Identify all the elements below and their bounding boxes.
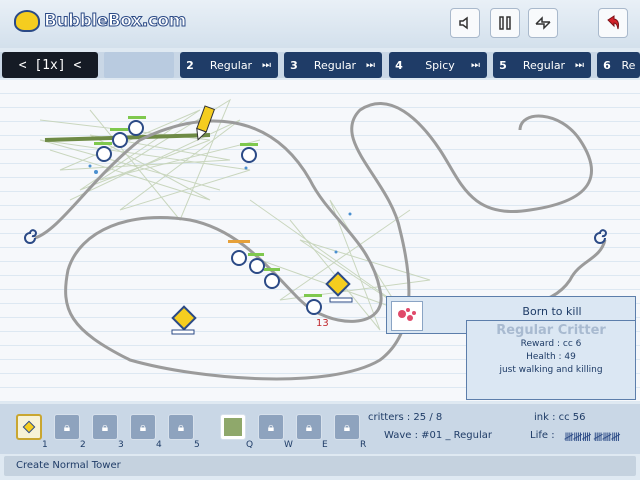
ink-amount: ink : cc 56: [534, 412, 586, 423]
wave-item[interactable]: 3 Regular ⏭: [284, 52, 382, 78]
bubblebox-logo[interactable]: BubbleBox.com: [14, 10, 187, 32]
critter-details: Regular Critter Reward : cc 6 Health : 4…: [466, 320, 636, 400]
lock-icon: 🔒︎: [343, 419, 351, 434]
top-bar: BubbleBox.com: [0, 0, 640, 48]
logo-text: BubbleBox.com: [44, 11, 187, 32]
wave-number: 3: [290, 58, 298, 72]
wave-item[interactable]: 2 Regular ⏭: [180, 52, 278, 78]
wave-item[interactable]: 5 Regular ⏭: [493, 52, 591, 78]
wave-name: Regular: [209, 58, 253, 72]
critter-info-panel: Born to kill Regular Critter Reward : cc…: [386, 296, 636, 400]
tower-key: 1: [42, 440, 48, 450]
wave-name: Re: [621, 58, 636, 72]
tower-key: 5: [194, 440, 200, 450]
ability-slot-e[interactable]: 🔒︎: [296, 414, 322, 440]
wave-item[interactable]: 4 Spicy ⏭: [389, 52, 487, 78]
wave-item[interactable]: 6 Re: [597, 52, 640, 78]
status-bar: Create Normal Tower: [4, 456, 636, 476]
ability-key: E: [322, 440, 328, 450]
fast-forward-icon: ⏭: [262, 59, 271, 71]
speaker-icon: [459, 16, 468, 30]
critters: [94, 116, 322, 315]
normal-tower-icon: [22, 420, 36, 434]
lock-icon: 🔒︎: [177, 419, 185, 434]
critter-thumbnail: [391, 301, 423, 331]
ability-slot-q[interactable]: [220, 414, 246, 440]
wave-number: 6: [603, 58, 611, 72]
lock-icon: 🔒︎: [101, 419, 109, 434]
wave-bar: < [1x] < 2 Regular ⏭ 3 Regular ⏭ 4 Spicy…: [0, 52, 640, 78]
tower-key: 4: [156, 440, 162, 450]
lock-icon: 🔒︎: [305, 419, 313, 434]
wave-status: Wave : #01 _ Regular: [384, 430, 492, 441]
tower-key: 3: [118, 440, 124, 450]
critter-damage-counter: 13: [316, 318, 329, 329]
ability-slot-r[interactable]: 🔒︎: [334, 414, 360, 440]
fast-forward-icon: ⏭: [471, 59, 480, 71]
critter-health: Health : 49: [526, 352, 576, 362]
wave-name: Regular: [522, 58, 566, 72]
pause-button[interactable]: [490, 8, 520, 38]
fast-forward-icon: ⏭: [366, 59, 375, 71]
tower-slot-1[interactable]: [16, 414, 42, 440]
bubble-mascot-icon: [14, 10, 40, 32]
game-speed-selector[interactable]: < [1x] <: [2, 52, 98, 78]
tower-slot-4[interactable]: 🔒︎: [130, 414, 156, 440]
exit-spiral-icon: [594, 229, 607, 244]
wave-number: 2: [186, 58, 194, 72]
sound-toggle-button[interactable]: [450, 8, 480, 38]
lock-icon: 🔒︎: [139, 419, 147, 434]
ability-key: R: [360, 440, 367, 450]
current-wave-slot: [104, 52, 174, 78]
back-arrow-icon: [607, 15, 619, 30]
refresh-icon: [535, 16, 551, 30]
ability-slot-w[interactable]: 🔒︎: [258, 414, 284, 440]
critter-title: Regular Critter: [496, 323, 606, 338]
ability-key: Q: [246, 440, 254, 450]
pause-icon: [499, 16, 511, 30]
restart-button[interactable]: [528, 8, 558, 38]
quit-button[interactable]: [598, 8, 628, 38]
ability-key: W: [284, 440, 293, 450]
tower-slot-2[interactable]: 🔒︎: [54, 414, 80, 440]
fast-forward-icon: ⏭: [575, 59, 584, 71]
tower-slot-5[interactable]: 🔒︎: [168, 414, 194, 440]
green-square-icon: [224, 418, 242, 436]
critter-description: just walking and killing: [499, 365, 603, 375]
critter-reward: Reward : cc 6: [520, 339, 582, 349]
bottom-toolbar: 1 🔒︎ 2 🔒︎ 3 🔒︎ 4 🔒︎ 5 Q 🔒︎ W 🔒︎ E 🔒︎ R c…: [0, 404, 640, 454]
ink-scribbles: [39, 98, 431, 331]
life-label: Life :: [530, 430, 555, 441]
wave-number: 5: [499, 58, 507, 72]
lock-icon: 🔒︎: [63, 419, 71, 434]
life-tally: 𝍸𝍸𝍸 𝍸𝍸𝍸: [564, 430, 621, 444]
lock-icon: 🔒︎: [267, 419, 275, 434]
wave-name: Regular: [313, 58, 357, 72]
wave-number: 4: [395, 58, 403, 72]
wave-name: Spicy: [425, 58, 455, 72]
tower-key: 2: [80, 440, 86, 450]
spawn-spiral-icon: [24, 229, 37, 244]
born-label: Born to kill: [522, 305, 582, 318]
critters-count: critters : 25 / 8: [368, 412, 443, 423]
tower-slot-3[interactable]: 🔒︎: [92, 414, 118, 440]
